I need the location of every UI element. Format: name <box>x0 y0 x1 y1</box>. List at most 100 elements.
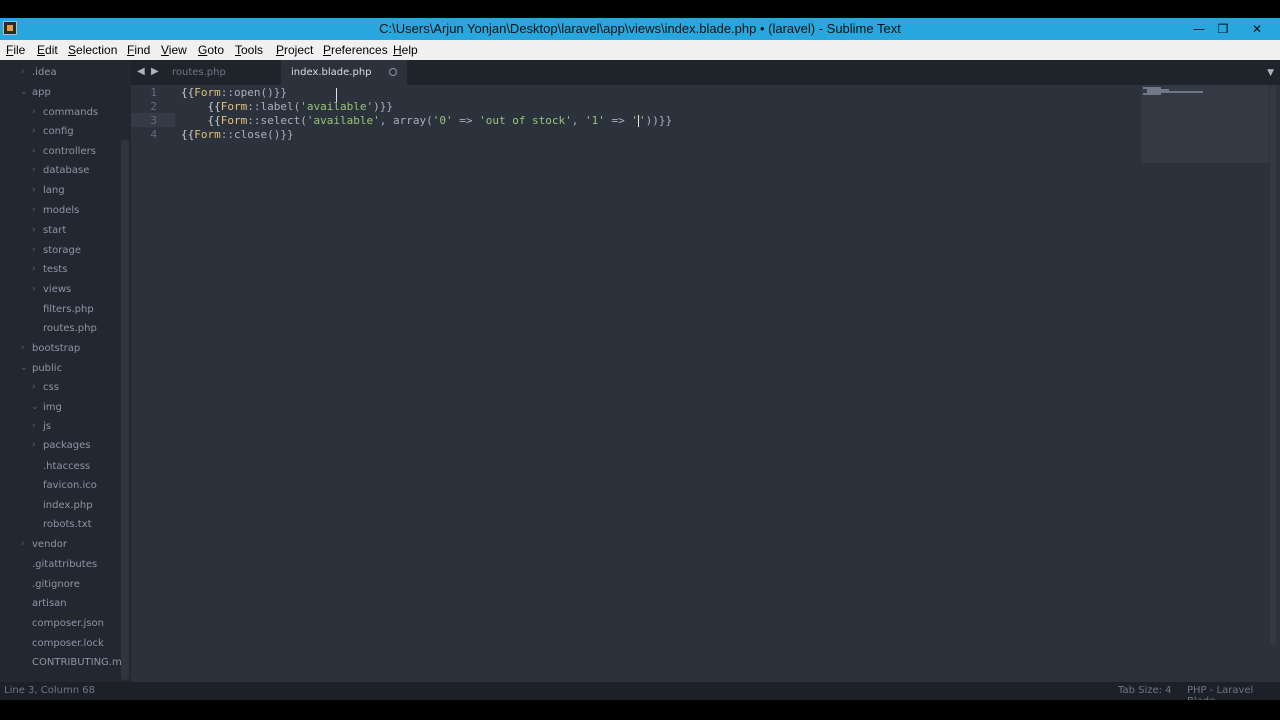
chevron-right-icon[interactable]: › <box>32 146 36 156</box>
code-token: )}} <box>373 100 393 113</box>
sidebar-item-idea[interactable]: .idea <box>32 67 57 78</box>
editor-scrollbar[interactable] <box>1270 85 1276 645</box>
sidebar-item-filters-php[interactable]: filters.php <box>43 304 94 315</box>
sidebar-item-composer-json[interactable]: composer.json <box>32 618 104 629</box>
code-token: ::select( <box>247 114 307 127</box>
chevron-right-icon[interactable]: › <box>32 205 36 215</box>
tab-label: routes.php <box>172 67 226 78</box>
chevron-down-icon[interactable]: ⌄ <box>31 402 39 412</box>
sidebar-item-storage[interactable]: storage <box>43 245 81 256</box>
title-bar: C:\Users\Arjun Yonjan\Desktop\laravel\ap… <box>0 18 1280 40</box>
sidebar-item-lang[interactable]: lang <box>43 185 65 196</box>
code-line-3[interactable]: {{Form::select('available', array('0' =>… <box>181 114 672 127</box>
sidebar-item-index-php[interactable]: index.php <box>43 500 93 511</box>
code-token: ::label( <box>247 100 301 113</box>
menu-preferences[interactable]: Preferences <box>323 43 388 57</box>
chevron-right-icon[interactable]: › <box>32 284 36 294</box>
screen-bottom-border <box>0 700 1280 720</box>
sidebar-item-app[interactable]: app <box>32 87 51 98</box>
chevron-right-icon[interactable]: › <box>32 165 36 175</box>
unsaved-dot-icon[interactable] <box>388 68 397 76</box>
code-line-1[interactable]: {{Form::open()}} <box>181 86 287 99</box>
sidebar-item-composer-lock[interactable]: composer.lock <box>32 638 104 649</box>
screen-top-border <box>0 0 1280 18</box>
sidebar-item-database[interactable]: database <box>43 165 89 176</box>
chevron-right-icon[interactable]: › <box>32 421 36 431</box>
sidebar-item-bootstrap[interactable]: bootstrap <box>32 343 80 354</box>
window-title: C:\Users\Arjun Yonjan\Desktop\laravel\ap… <box>379 21 901 36</box>
sidebar-item-img[interactable]: img <box>43 402 62 413</box>
minimap-line <box>1143 93 1161 95</box>
chevron-right-icon[interactable]: › <box>21 343 25 353</box>
code-token: '0' <box>432 114 453 127</box>
menu-goto[interactable]: Goto <box>198 43 224 57</box>
sidebar-item-tests[interactable]: tests <box>43 264 67 275</box>
chevron-right-icon[interactable]: › <box>32 225 36 235</box>
menu-project[interactable]: Project <box>276 43 313 57</box>
sidebar-item-css[interactable]: css <box>43 382 59 393</box>
tab-size-indicator[interactable]: Tab Size: 4 <box>1118 685 1172 696</box>
chevron-right-icon[interactable]: › <box>21 539 25 549</box>
sidebar-item-artisan[interactable]: artisan <box>32 598 67 609</box>
sidebar-item-views[interactable]: views <box>43 284 71 295</box>
tab-next-icon[interactable]: ▶ <box>151 66 159 77</box>
chevron-right-icon[interactable]: › <box>32 264 36 274</box>
sidebar-item-contributing[interactable]: CONTRIBUTING.md <box>32 657 128 668</box>
chevron-right-icon[interactable]: › <box>32 185 36 195</box>
code-token: Form <box>220 114 248 127</box>
chevron-right-icon[interactable]: › <box>32 382 36 392</box>
sidebar-item-commands[interactable]: commands <box>43 107 98 118</box>
restore-button[interactable]: ❐ <box>1210 20 1236 38</box>
chevron-right-icon[interactable]: › <box>21 67 25 77</box>
menu-view[interactable]: View <box>161 43 187 57</box>
sidebar-item-models[interactable]: models <box>43 205 79 216</box>
minimap[interactable] <box>1141 85 1269 163</box>
code-line-4[interactable]: {{Form::close()}} <box>181 128 294 141</box>
menu-file[interactable]: File <box>6 43 25 57</box>
code-token: => <box>452 114 480 127</box>
sidebar-item-start[interactable]: start <box>43 225 66 236</box>
sidebar-item-packages[interactable]: packages <box>43 440 90 451</box>
chevron-down-icon[interactable]: ⌄ <box>20 87 28 97</box>
sidebar-item-robots[interactable]: robots.txt <box>43 519 92 530</box>
sidebar-item-public[interactable]: public <box>32 363 62 374</box>
sidebar-folders: › .idea ⌄ app › commands › config › cont… <box>0 60 131 682</box>
chevron-right-icon[interactable]: › <box>32 126 36 136</box>
menu-selection[interactable]: Selection <box>68 43 117 57</box>
tab-routes-php[interactable]: routes.php <box>162 60 236 85</box>
sidebar-item-routes-php[interactable]: routes.php <box>43 323 97 334</box>
code-token: Form <box>194 86 221 99</box>
code-token: , <box>571 114 586 127</box>
menu-edit[interactable]: Edit <box>37 43 58 57</box>
code-token: => <box>604 114 632 127</box>
chevron-right-icon[interactable]: › <box>32 107 36 117</box>
menu-tools[interactable]: Tools <box>235 43 263 57</box>
sidebar-item-gitignore[interactable]: .gitignore <box>32 579 80 590</box>
code-token: ::close()}} <box>220 128 294 141</box>
sidebar-scrollbar[interactable] <box>121 140 129 680</box>
menu-find[interactable]: Find <box>127 43 150 57</box>
sidebar-item-controllers[interactable]: controllers <box>43 146 96 157</box>
menu-help[interactable]: Help <box>393 43 418 57</box>
sidebar-item-gitattributes[interactable]: .gitattributes <box>32 559 97 570</box>
sidebar-item-favicon[interactable]: favicon.ico <box>43 480 97 491</box>
close-button[interactable]: ✕ <box>1244 20 1270 38</box>
code-token: 'available' <box>306 114 380 127</box>
tab-prev-icon[interactable]: ◀ <box>137 66 145 77</box>
code-editor[interactable]: 1 2 3 4 {{Form::open()}} {{Form::label('… <box>131 85 1280 682</box>
tab-dropdown-icon[interactable]: ▼ <box>1267 68 1274 78</box>
tab-index-blade-php[interactable]: index.blade.php <box>281 60 407 85</box>
chevron-right-icon[interactable]: › <box>32 440 36 450</box>
code-token: ))}} <box>645 114 673 127</box>
sidebar-item-htaccess[interactable]: .htaccess <box>43 461 90 472</box>
code-line-2[interactable]: {{Form::label('available')}} <box>181 100 393 113</box>
sidebar-item-js[interactable]: js <box>43 421 51 432</box>
code-token: {{ <box>181 86 195 99</box>
sidebar-item-config[interactable]: config <box>43 126 74 137</box>
line-number: 3 <box>150 114 157 127</box>
chevron-down-icon[interactable]: ⌄ <box>20 363 28 373</box>
minimize-button[interactable]: — <box>1186 20 1212 38</box>
chevron-right-icon[interactable]: › <box>32 245 36 255</box>
sidebar-item-vendor[interactable]: vendor <box>32 539 67 550</box>
